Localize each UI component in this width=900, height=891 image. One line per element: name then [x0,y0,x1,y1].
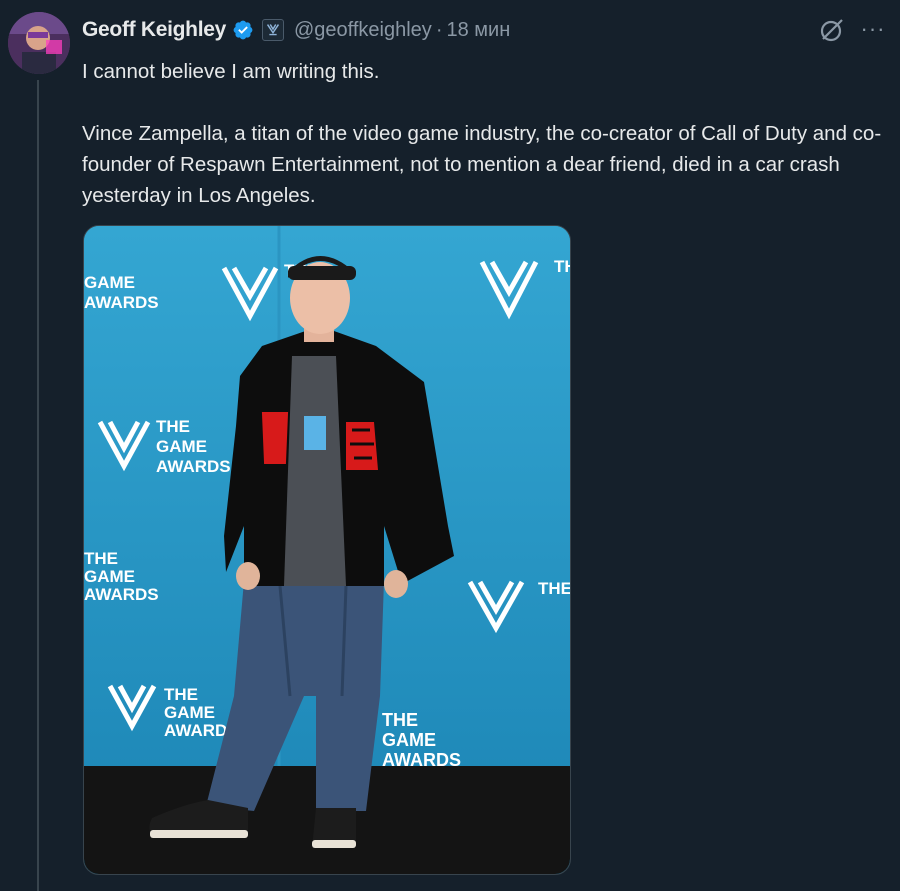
verified-badge-icon[interactable] [232,19,254,41]
author-name[interactable]: Geoff Keighley [82,18,226,42]
svg-text:THE: THE [382,710,418,730]
svg-text:THE: THE [538,579,571,598]
svg-text:AWARDS: AWARDS [84,585,159,604]
tweet[interactable]: Geoff Keighley @geoffkeighley · 18 мин ·… [0,0,900,891]
svg-text:GAME: GAME [84,273,135,292]
tweet-text-line-1: I cannot believe I am writing this. [82,60,380,83]
separator-dot: · [435,18,443,41]
author-handle[interactable]: @geoffkeighley [294,19,432,42]
thread-line [37,80,39,891]
svg-text:AWARDS: AWARDS [156,457,231,476]
tweet-photo[interactable]: THE THE GAME AWARDS THE GAME AWARDS THE … [83,225,571,875]
svg-text:THE: THE [156,417,190,436]
tweet-text-line-2: Vince Zampella, a titan of the video gam… [82,122,882,207]
svg-text:GAME: GAME [382,730,436,750]
svg-text:AWARDS: AWARDS [84,293,159,312]
more-options-button[interactable]: ··· [858,14,888,44]
svg-text:THE: THE [554,257,571,276]
tweet-header: Geoff Keighley @geoffkeighley · 18 мин [82,14,510,46]
svg-text:GAME: GAME [164,703,215,722]
affiliate-badge-icon[interactable] [262,19,284,41]
grok-icon[interactable] [818,16,846,44]
avatar[interactable] [8,12,70,74]
timestamp[interactable]: 18 мин [446,19,510,42]
photo-content: THE THE GAME AWARDS THE GAME AWARDS THE … [84,226,571,874]
svg-text:GAME: GAME [84,567,135,586]
svg-text:THE: THE [164,685,198,704]
svg-text:THE: THE [84,549,118,568]
svg-text:GAME: GAME [156,437,207,456]
tweet-text: I cannot believe I am writing this. Vinc… [82,56,892,211]
